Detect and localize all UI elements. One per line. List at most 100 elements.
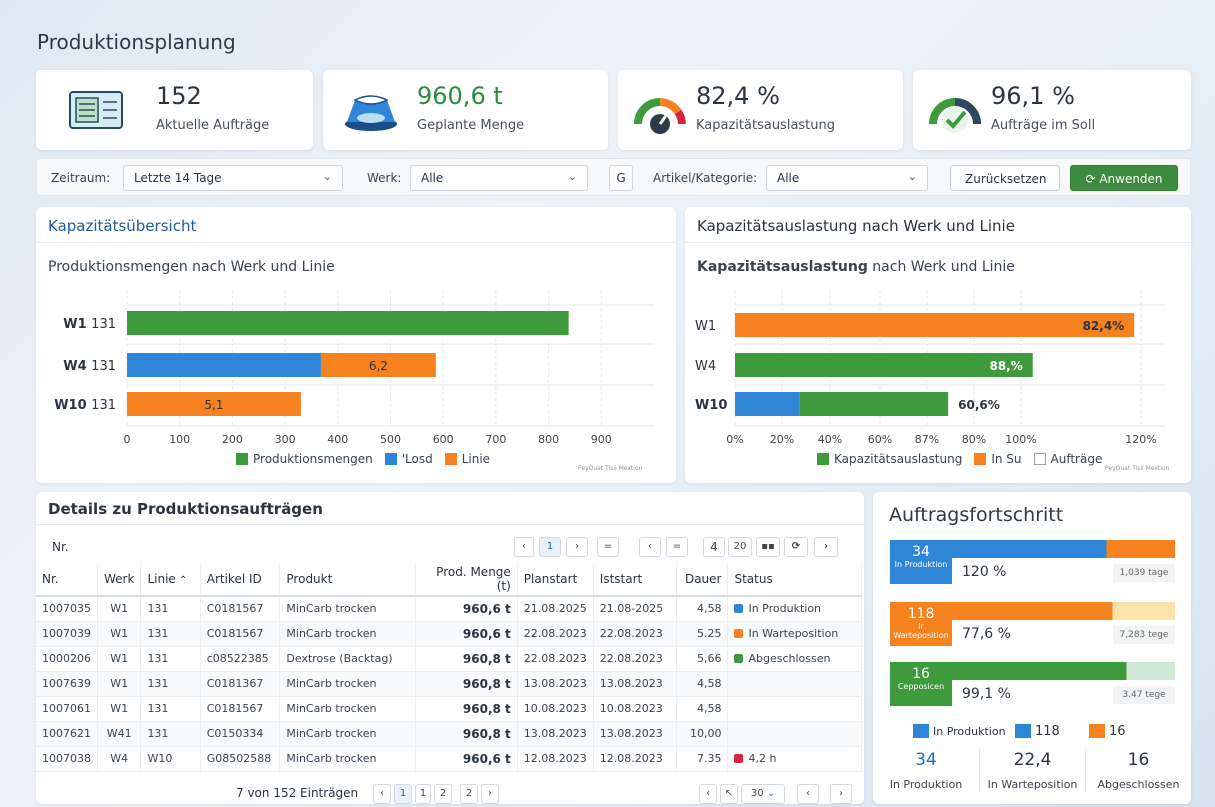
column-header[interactable]: Prod. Menge (t) — [415, 562, 518, 597]
x-tick-label: 200 — [222, 433, 243, 446]
table-cell: 10.08.2023 — [517, 696, 594, 722]
prev-page-icon[interactable]: ‹ — [699, 784, 717, 804]
table-cell: 10,00 — [676, 721, 729, 747]
prev-icon[interactable]: ‹ — [639, 537, 661, 557]
status-label: In Produktion — [748, 602, 822, 616]
reset-button[interactable]: Zurücksetzen — [950, 165, 1060, 191]
chevron-down-icon: ⌄ — [907, 170, 917, 183]
x-tick-label: 500 — [380, 433, 401, 446]
material-bin-icon — [345, 95, 397, 131]
column-header[interactable]: Produkt — [279, 562, 416, 597]
footer-page-size-value: 30 — [750, 788, 764, 799]
apply-button[interactable]: ⟳ Anwenden — [1070, 165, 1178, 191]
columns-icon[interactable]: ▪▪ — [756, 537, 780, 557]
table-row[interactable]: 1007061 W1 131 C0181567 MinCarb trocken 960,8… — [36, 696, 862, 722]
page-2-button[interactable]: 2 — [434, 784, 452, 804]
page-2-button[interactable]: 2 — [460, 784, 478, 804]
kpi-card-quantity: 960,6 t Geplante Menge — [323, 70, 608, 150]
progress-legend-item: In Produktion — [913, 724, 1006, 738]
table-cell: 960,6 t — [415, 621, 518, 647]
summary-label: In Warteposition — [987, 778, 1078, 791]
legend-item: Linie — [444, 452, 490, 466]
equals-icon[interactable]: = — [597, 537, 619, 557]
legend-label: 'Losd — [401, 452, 433, 466]
column-header[interactable]: Werk — [97, 562, 142, 597]
table-row[interactable]: 1007039 W1 131 C0181567 MinCarb trocken 960,6… — [36, 621, 862, 647]
page-number[interactable]: 4 — [703, 537, 725, 557]
bar-segment — [799, 392, 949, 416]
bar-segment — [735, 392, 800, 416]
next-icon[interactable]: › — [814, 537, 838, 557]
table-cell: 131 — [140, 646, 201, 672]
g-button[interactable]: G — [609, 165, 633, 191]
summary-label: In Produktion — [889, 778, 963, 791]
next-page-icon[interactable]: › — [481, 784, 499, 804]
table-row[interactable]: 1007038 W4 W10 G08502588 MinCarb trocken 960,… — [36, 746, 862, 772]
artikel-select[interactable]: Alle ⌄ — [766, 165, 928, 191]
resize-icon[interactable]: ↖ — [720, 784, 738, 804]
column-header[interactable]: Iststart — [593, 562, 677, 597]
table-row[interactable]: 1000206 W1 131 c08522385 Dextrose (Backtag) 9… — [36, 646, 862, 672]
table-cell: 4,58 — [676, 596, 729, 622]
column-header[interactable]: Linie ⌃ — [140, 562, 201, 597]
table-cell: Dextrose (Backtag) — [279, 646, 416, 672]
table-cell: MinCarb trocken — [279, 671, 416, 697]
sort-asc-icon[interactable]: ⌃ — [176, 575, 187, 586]
document-list-icon — [69, 91, 123, 129]
bar-segment — [735, 313, 1135, 337]
equals-icon[interactable]: = — [666, 537, 688, 557]
table-cell: 960,8 t — [415, 721, 518, 747]
column-header[interactable]: Dauer — [676, 562, 729, 597]
table-row[interactable]: 1007639 W1 131 C0181367 MinCarb trocken 960,8… — [36, 671, 862, 697]
zeitraum-label: Zeitraum: — [51, 171, 111, 185]
progress-title: Auftragsfortschritt — [889, 504, 1064, 526]
table-cell: 131 — [140, 596, 201, 622]
table-cell: 13.08.2023 — [593, 671, 677, 697]
apply-label: Anwenden — [1099, 172, 1163, 186]
kpi-label: Kapazitätsauslastung — [696, 118, 836, 133]
page-size[interactable]: 20 — [728, 537, 752, 557]
chevron-down-icon: ⌄ — [766, 788, 776, 799]
table-row[interactable]: 1007035 W1 131 C0181567 MinCarb trocken 960,6… — [36, 596, 862, 622]
legend-item: Kapazitätsauslastung — [817, 452, 962, 466]
table-cell: 22.08.2023 — [517, 646, 594, 672]
page-1-button[interactable]: 1 — [394, 784, 412, 804]
legend-swatch — [444, 453, 457, 465]
prev-page-icon[interactable]: ‹ — [373, 784, 391, 804]
kpi-label: Geplante Menge — [417, 118, 525, 133]
footer-page-size[interactable]: 30 ⌄ — [741, 784, 785, 804]
table-cell: W1 — [97, 646, 142, 672]
column-header[interactable]: Nr. — [36, 562, 98, 597]
progress-days: 3.47 tege — [1113, 686, 1175, 704]
page-1-button[interactable]: 1 — [415, 784, 431, 804]
table-cell: 1007038 — [36, 746, 98, 772]
y-category-label: W10 — [695, 398, 727, 413]
table-cell: 13.08.2023 — [593, 721, 677, 747]
column-header[interactable]: Planstart — [517, 562, 594, 597]
legend-label: Kapazitätsauslastung — [834, 452, 963, 466]
next-icon[interactable]: › — [830, 784, 852, 804]
refresh-icon[interactable]: ⟳ — [784, 537, 808, 557]
x-tick-label: 80% — [962, 433, 986, 446]
table-cell: MinCarb trocken — [279, 721, 416, 747]
zeitraum-select[interactable]: Letzte 14 Tage ⌄ — [123, 165, 343, 191]
next-page-icon[interactable]: › — [566, 537, 588, 557]
werk-select[interactable]: Alle ⌄ — [410, 165, 588, 191]
table-cell: 1000206 — [36, 646, 98, 672]
x-tick-label: 100% — [1005, 433, 1036, 446]
page-1-button[interactable]: 1 — [539, 537, 561, 557]
toolbar-label: Nr. — [52, 540, 69, 554]
bar-data-label: 60,6% — [958, 398, 1000, 412]
column-header[interactable]: Artikel ID — [200, 562, 281, 597]
prev-page-icon[interactable]: ‹ — [514, 537, 534, 557]
column-header[interactable]: Status — [727, 562, 862, 597]
progress-legend-item: 118 — [1015, 724, 1060, 739]
legend-item: In Su — [974, 452, 1022, 466]
prev-icon[interactable]: ‹ — [797, 784, 819, 804]
table-row[interactable]: 1007621 W41 131 C0150334 MinCarb trocken 960,… — [36, 721, 862, 747]
progress-percent: 77,6 % — [962, 626, 1011, 642]
orders-table: Nr. Werk Linie ⌃ Artikel ID Produkt Prod. Men… — [36, 562, 862, 772]
kpi-value: 82,4 % — [696, 82, 780, 110]
kpi-card-on-target: 96,1 % Aufträge im Soll — [913, 70, 1191, 150]
bar-data-label: 6,2 — [369, 359, 388, 373]
